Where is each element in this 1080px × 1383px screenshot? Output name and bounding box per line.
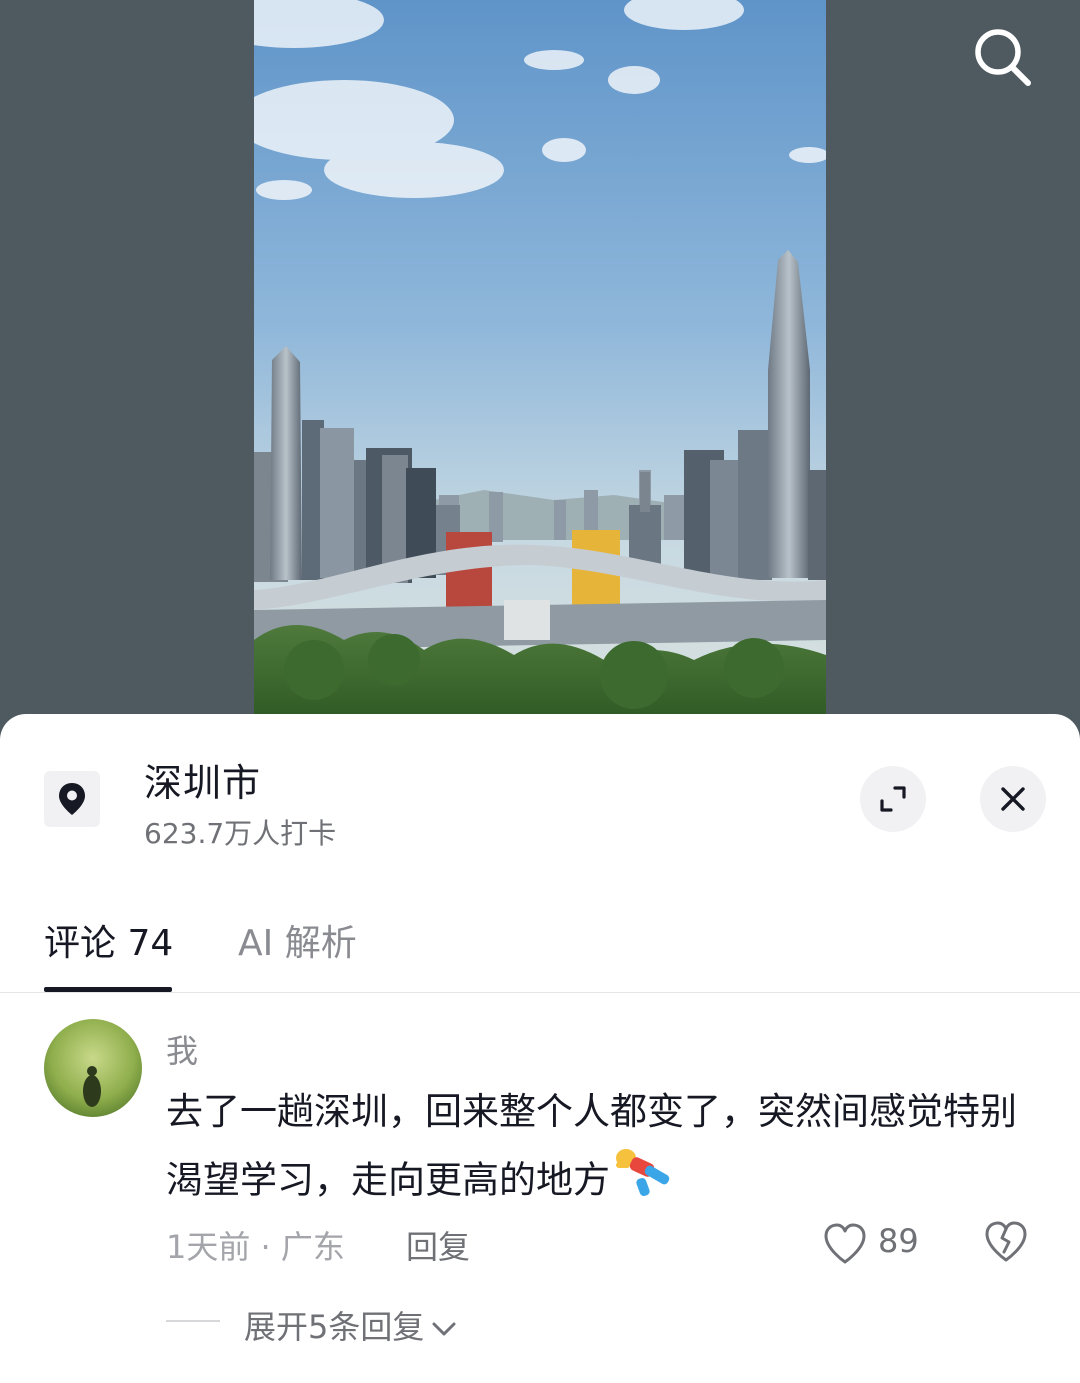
expand-replies-button[interactable]: 展开5条回复 xyxy=(244,1302,458,1348)
tab-comments[interactable]: 评论 74 xyxy=(44,914,173,966)
flying-person-emoji-icon xyxy=(612,1144,676,1220)
skyline-image xyxy=(254,0,826,720)
location-pin-icon xyxy=(59,783,85,815)
expand-replies-label: 展开5条回复 xyxy=(244,1308,425,1346)
screen: 深圳市 623.7万人打卡 评论 74 AI 解析 我 去了一趟深圳，回来整个人… xyxy=(0,0,1080,1383)
expand-replies-divider xyxy=(166,1320,220,1322)
heart-icon xyxy=(824,1223,866,1264)
close-button[interactable] xyxy=(980,766,1046,832)
search-button[interactable] xyxy=(966,22,1038,94)
close-icon xyxy=(1001,787,1025,811)
chevron-down-icon xyxy=(432,1322,456,1336)
location-photo[interactable] xyxy=(254,0,826,720)
like-count: 89 xyxy=(878,1222,919,1260)
avatar-image xyxy=(44,1019,142,1117)
search-icon xyxy=(975,29,1031,86)
tab-divider xyxy=(0,992,1080,993)
comment-time: 1天前 xyxy=(166,1228,251,1266)
expand-icon xyxy=(880,786,906,812)
tab-ai-analysis[interactable]: AI 解析 xyxy=(238,914,357,966)
checkin-count: 623.7万人打卡 xyxy=(144,817,337,850)
comment-meta: 1天前 · 广东 xyxy=(166,1222,345,1268)
comment-body: 去了一趟深圳，回来整个人都变了，突然间感觉特别渴望学习，走向更高的地方 xyxy=(166,1080,1046,1220)
location-title: 深圳市 xyxy=(144,761,262,805)
comment-text: 去了一趟深圳，回来整个人都变了，突然间感觉特别渴望学习，走向更高的地方 xyxy=(166,1090,1017,1202)
like-button[interactable]: 89 xyxy=(822,1222,922,1266)
location-sheet: 深圳市 623.7万人打卡 评论 74 AI 解析 我 去了一趟深圳，回来整个人… xyxy=(0,714,1080,1383)
location-pin-badge xyxy=(44,771,100,827)
dislike-button[interactable] xyxy=(984,1220,1028,1264)
comment-username[interactable]: 我 xyxy=(166,1026,198,1072)
expand-button[interactable] xyxy=(860,766,926,832)
avatar[interactable] xyxy=(44,1019,142,1117)
reply-button[interactable]: 回复 xyxy=(406,1222,470,1268)
comment-location: 广东 xyxy=(280,1228,345,1266)
broken-heart-icon xyxy=(985,1221,1027,1262)
meta-separator: · xyxy=(250,1228,281,1266)
